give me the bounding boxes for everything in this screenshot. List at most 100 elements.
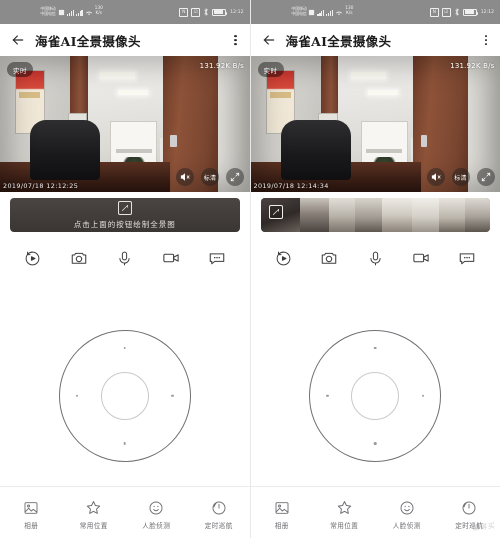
message-bubble-icon[interactable] [206, 247, 228, 269]
tab-favorite-positions[interactable]: 常用位置 [66, 499, 122, 530]
action-button-row [250, 238, 500, 278]
expand-arrows-icon[interactable] [476, 168, 495, 186]
playback-replay-icon[interactable] [22, 247, 44, 269]
video-camera-icon[interactable] [160, 247, 182, 269]
status-bar-left: 中国移动 中国电信 130 K/s [291, 7, 353, 17]
tab-favorite-positions-label: 常用位置 [330, 522, 359, 530]
carrier-labels: 中国移动 中国电信 [291, 7, 306, 16]
signal-bars-2-icon [75, 8, 83, 16]
network-speed-indicator: 130 K/s [345, 7, 353, 16]
status-bar-clock: 12:12 [230, 9, 244, 15]
tab-favorite-positions-label: 常用位置 [79, 522, 108, 530]
sim-card-icon [308, 9, 315, 16]
dpad-dot-left[interactable] [326, 394, 329, 397]
network-speed-unit: K/s [95, 11, 103, 16]
nfc-icon: N [179, 7, 189, 17]
expand-arrows-icon[interactable] [226, 168, 244, 186]
carrier-labels: 中国移动 中国电信 [40, 7, 55, 16]
status-bar-right: N ☑ 12:12 [179, 0, 244, 24]
pan-tilt-control[interactable] [309, 329, 442, 462]
photo-album-icon [23, 499, 40, 516]
tab-timed-cruise[interactable]: 定时巡航 [441, 499, 497, 530]
timer-cruise-icon [461, 499, 478, 516]
dpad-center-button[interactable] [100, 371, 149, 420]
app-header: 海雀AI全景摄像头 [0, 24, 250, 56]
tab-timed-cruise-label: 定时巡航 [204, 522, 233, 530]
live-video-player[interactable]: 实时 131.92K B/s 2019/07/18 12:12:25 标清 [0, 56, 250, 192]
tab-album[interactable]: 相册 [254, 499, 310, 530]
panorama-image[interactable] [260, 198, 491, 232]
speaker-muted-icon[interactable] [426, 168, 445, 186]
dpad-dot-up[interactable] [373, 346, 377, 350]
pan-tilt-control[interactable] [58, 329, 191, 462]
camera-icon[interactable] [68, 247, 90, 269]
dpad-dot-down[interactable] [373, 441, 377, 445]
panorama-section [250, 192, 500, 238]
dpad-center-button[interactable] [351, 371, 400, 420]
tab-face-detection[interactable]: 人脸侦测 [379, 499, 435, 530]
page-title: 海雀AI全景摄像头 [35, 33, 141, 49]
dpad-dot-up[interactable] [123, 346, 127, 350]
panorama-section: 点击上面的按钮绘制全景图 [0, 192, 250, 238]
wifi-icon [335, 9, 343, 16]
microphone-icon[interactable] [114, 247, 136, 269]
status-bar-left: 中国移动 中国电信 130 K/s [40, 7, 103, 17]
tab-favorite-positions[interactable]: 常用位置 [316, 499, 372, 530]
tab-face-detection[interactable]: 人脸侦测 [128, 499, 184, 530]
dpad-dot-down[interactable] [123, 441, 127, 445]
camera-icon[interactable] [318, 247, 340, 269]
bitrate-label: 131.92K B/s [450, 62, 495, 70]
carrier-line-2: 中国电信 [290, 11, 307, 16]
tab-timed-cruise[interactable]: 定时巡航 [191, 499, 247, 530]
panorama-strip [260, 198, 491, 232]
carrier-line-2: 中国电信 [40, 11, 56, 16]
panorama-draw-icon[interactable] [117, 200, 132, 215]
status-bar-right: N ☑ 12:12 [429, 0, 494, 24]
shield-icon: ☑ [441, 7, 451, 17]
playback-replay-icon[interactable] [272, 247, 294, 269]
quality-toggle-button[interactable]: 标清 [451, 168, 470, 186]
back-arrow-icon[interactable] [10, 32, 26, 48]
pan-tilt-area [250, 278, 500, 513]
panorama-draw-icon[interactable] [268, 205, 283, 219]
video-camera-icon[interactable] [410, 247, 432, 269]
video-timestamp: 2019/07/18 12:14:34 [253, 182, 329, 190]
panorama-hint-text: 点击上面的按钮绘制全景图 [73, 219, 176, 229]
bitrate-label: 131.92K B/s [199, 62, 244, 70]
dual-screenshot-container: 中国移动 中国电信 130 K/s N ☑ 12:12 海雀AI全景摄像头 实时… [0, 0, 500, 538]
signal-bars-icon [66, 8, 74, 16]
live-video-player[interactable]: 实时 131.92K B/s 2019/07/18 12:14:34 标清 [250, 56, 500, 192]
tab-face-detection-label: 人脸侦测 [392, 522, 421, 530]
nfc-icon: N [429, 7, 439, 17]
sim-card-icon [58, 9, 65, 16]
star-icon [336, 499, 353, 516]
status-bar: 中国移动 中国电信 130 K/s N ☑ 12:12 [0, 0, 250, 24]
network-speed-indicator: 130 K/s [95, 7, 103, 16]
face-detect-icon [398, 499, 415, 516]
wifi-icon [85, 9, 93, 16]
panorama-empty-placeholder[interactable]: 点击上面的按钮绘制全景图 [10, 198, 240, 232]
kebab-menu-icon[interactable] [482, 32, 490, 48]
page-title: 海雀AI全景摄像头 [285, 33, 392, 49]
message-bubble-icon[interactable] [456, 247, 478, 269]
bluetooth-icon [454, 8, 460, 16]
phone-screen-right: 中国移动 中国电信 130 K/s N ☑ 12:12 海雀AI全景摄像头 实时… [249, 0, 500, 538]
tab-album-label: 相册 [24, 522, 39, 530]
face-detect-icon [148, 499, 165, 516]
kebab-menu-icon[interactable] [231, 32, 239, 48]
dpad-dot-right[interactable] [171, 394, 174, 397]
microphone-icon[interactable] [364, 247, 386, 269]
dpad-dot-left[interactable] [75, 394, 79, 397]
dpad-dot-right[interactable] [421, 394, 425, 397]
status-bar-clock: 12:12 [480, 9, 494, 15]
video-controls: 标清 [426, 168, 495, 186]
timer-cruise-icon [210, 499, 227, 516]
app-header: 海雀AI全景摄像头 [250, 24, 500, 56]
back-arrow-icon[interactable] [261, 32, 277, 48]
quality-toggle-button[interactable]: 标清 [201, 168, 219, 186]
live-badge: 实时 [257, 62, 284, 77]
live-badge: 实时 [7, 62, 33, 77]
speaker-muted-icon[interactable] [176, 168, 194, 186]
tab-album[interactable]: 相册 [3, 499, 59, 530]
photo-album-icon [273, 499, 290, 516]
